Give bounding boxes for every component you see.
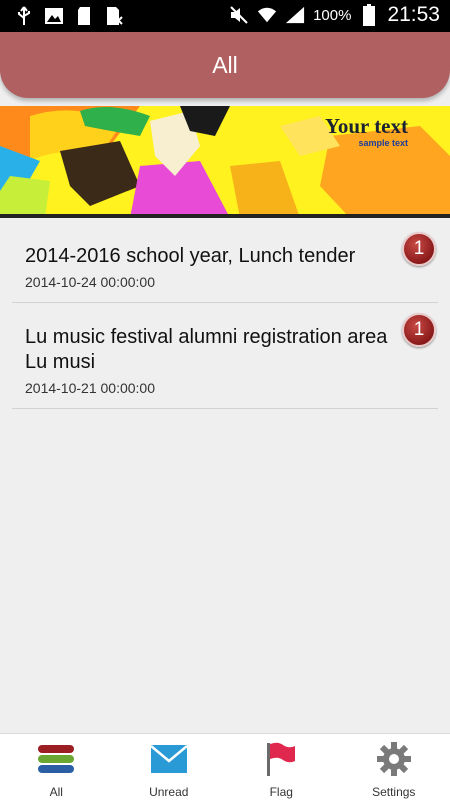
bottom-navigation: All Unread Flag Settings: [0, 733, 450, 800]
item-title: Lu music festival alumni registration ar…: [25, 326, 388, 373]
nav-settings[interactable]: Settings: [338, 734, 450, 800]
sim-icon: [104, 6, 124, 26]
nav-flag[interactable]: Flag: [225, 734, 338, 800]
flag-icon: [261, 741, 301, 777]
item-title: 2014-2016 school year, Lunch tender: [25, 245, 356, 267]
nav-unread-label: Unread: [149, 785, 189, 799]
status-bar: 100% 21:53: [0, 0, 450, 32]
signal-icon: [285, 5, 305, 25]
item-date: 2014-10-24 00:00:00: [25, 274, 155, 290]
unread-count-badge: 1: [402, 313, 436, 347]
header-bar: All: [0, 32, 450, 98]
battery-percent: 100%: [313, 6, 352, 24]
battery-icon: [359, 4, 379, 26]
list-stack-icon: [36, 741, 76, 777]
item-date: 2014-10-21 00:00:00: [25, 380, 155, 396]
list-item[interactable]: 2014-2016 school year, Lunch tender 2014…: [12, 222, 438, 303]
nav-flag-label: Flag: [269, 785, 293, 799]
nav-all-label: All: [49, 785, 63, 799]
list-item[interactable]: Lu music festival alumni registration ar…: [12, 303, 438, 409]
banner-image: Your text sample text: [0, 106, 450, 218]
gear-icon: [374, 741, 414, 777]
page-title: All: [212, 51, 238, 78]
nav-all[interactable]: All: [0, 734, 113, 800]
envelope-icon: [149, 741, 189, 777]
clock: 21:53: [387, 3, 440, 26]
sd-card-icon: [74, 6, 94, 26]
nav-settings-label: Settings: [372, 785, 416, 799]
unread-count-badge: 1: [402, 232, 436, 266]
nav-unread[interactable]: Unread: [113, 734, 226, 800]
banner-subtext: sample text: [358, 138, 408, 148]
image-icon: [44, 6, 64, 26]
wifi-icon: [257, 5, 277, 25]
banner-headline: Your text: [324, 114, 408, 138]
mute-icon: [229, 5, 249, 25]
usb-icon: [14, 6, 34, 26]
message-list: 2014-2016 school year, Lunch tender 2014…: [12, 222, 438, 409]
